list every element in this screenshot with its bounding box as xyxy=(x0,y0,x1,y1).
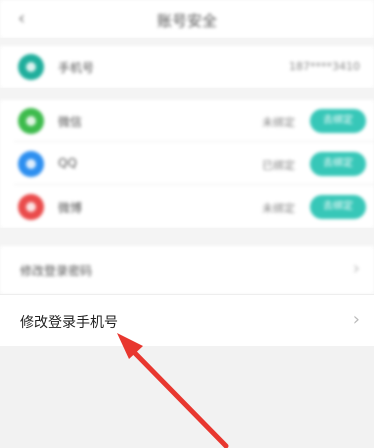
divider xyxy=(0,38,374,46)
binding-list: 微信 未绑定 去绑定 QQ 已绑定 去绑定 微博 未绑定 去绑定 xyxy=(0,100,374,228)
qq-icon xyxy=(18,151,44,177)
empty-area xyxy=(0,346,374,448)
phone-label: 手机号 xyxy=(58,61,95,75)
menu-item-label: 修改登录手机号 xyxy=(20,315,118,331)
menu-item-label: 修改登录密码 xyxy=(20,264,93,278)
chevron-right-icon: › xyxy=(352,309,360,330)
divider xyxy=(0,228,374,246)
phone-row[interactable]: 手机号 187****3410 xyxy=(0,46,374,88)
binding-status: 已绑定 xyxy=(262,159,295,172)
bind-button[interactable]: 去绑定 xyxy=(310,109,366,133)
menu-item-change-password[interactable]: 修改登录密码 › xyxy=(0,246,374,294)
bind-button[interactable]: 去绑定 xyxy=(310,152,366,176)
divider xyxy=(0,88,374,100)
divider xyxy=(14,141,374,142)
binding-status: 未绑定 xyxy=(262,116,295,129)
divider xyxy=(14,184,374,185)
binding-label: 微博 xyxy=(58,201,83,215)
page-title: 账号安全 xyxy=(156,12,217,30)
phone-icon xyxy=(18,54,44,80)
wechat-icon xyxy=(18,108,44,134)
binding-status: 未绑定 xyxy=(262,202,295,215)
bind-button[interactable]: 去绑定 xyxy=(310,195,366,219)
chevron-right-icon: › xyxy=(352,258,360,279)
phone-value: 187****3410 xyxy=(289,60,360,73)
weibo-icon xyxy=(18,194,44,220)
header: ‹ 账号安全 xyxy=(0,0,374,38)
binding-label: 微信 xyxy=(58,115,83,129)
binding-label: QQ xyxy=(58,156,77,170)
